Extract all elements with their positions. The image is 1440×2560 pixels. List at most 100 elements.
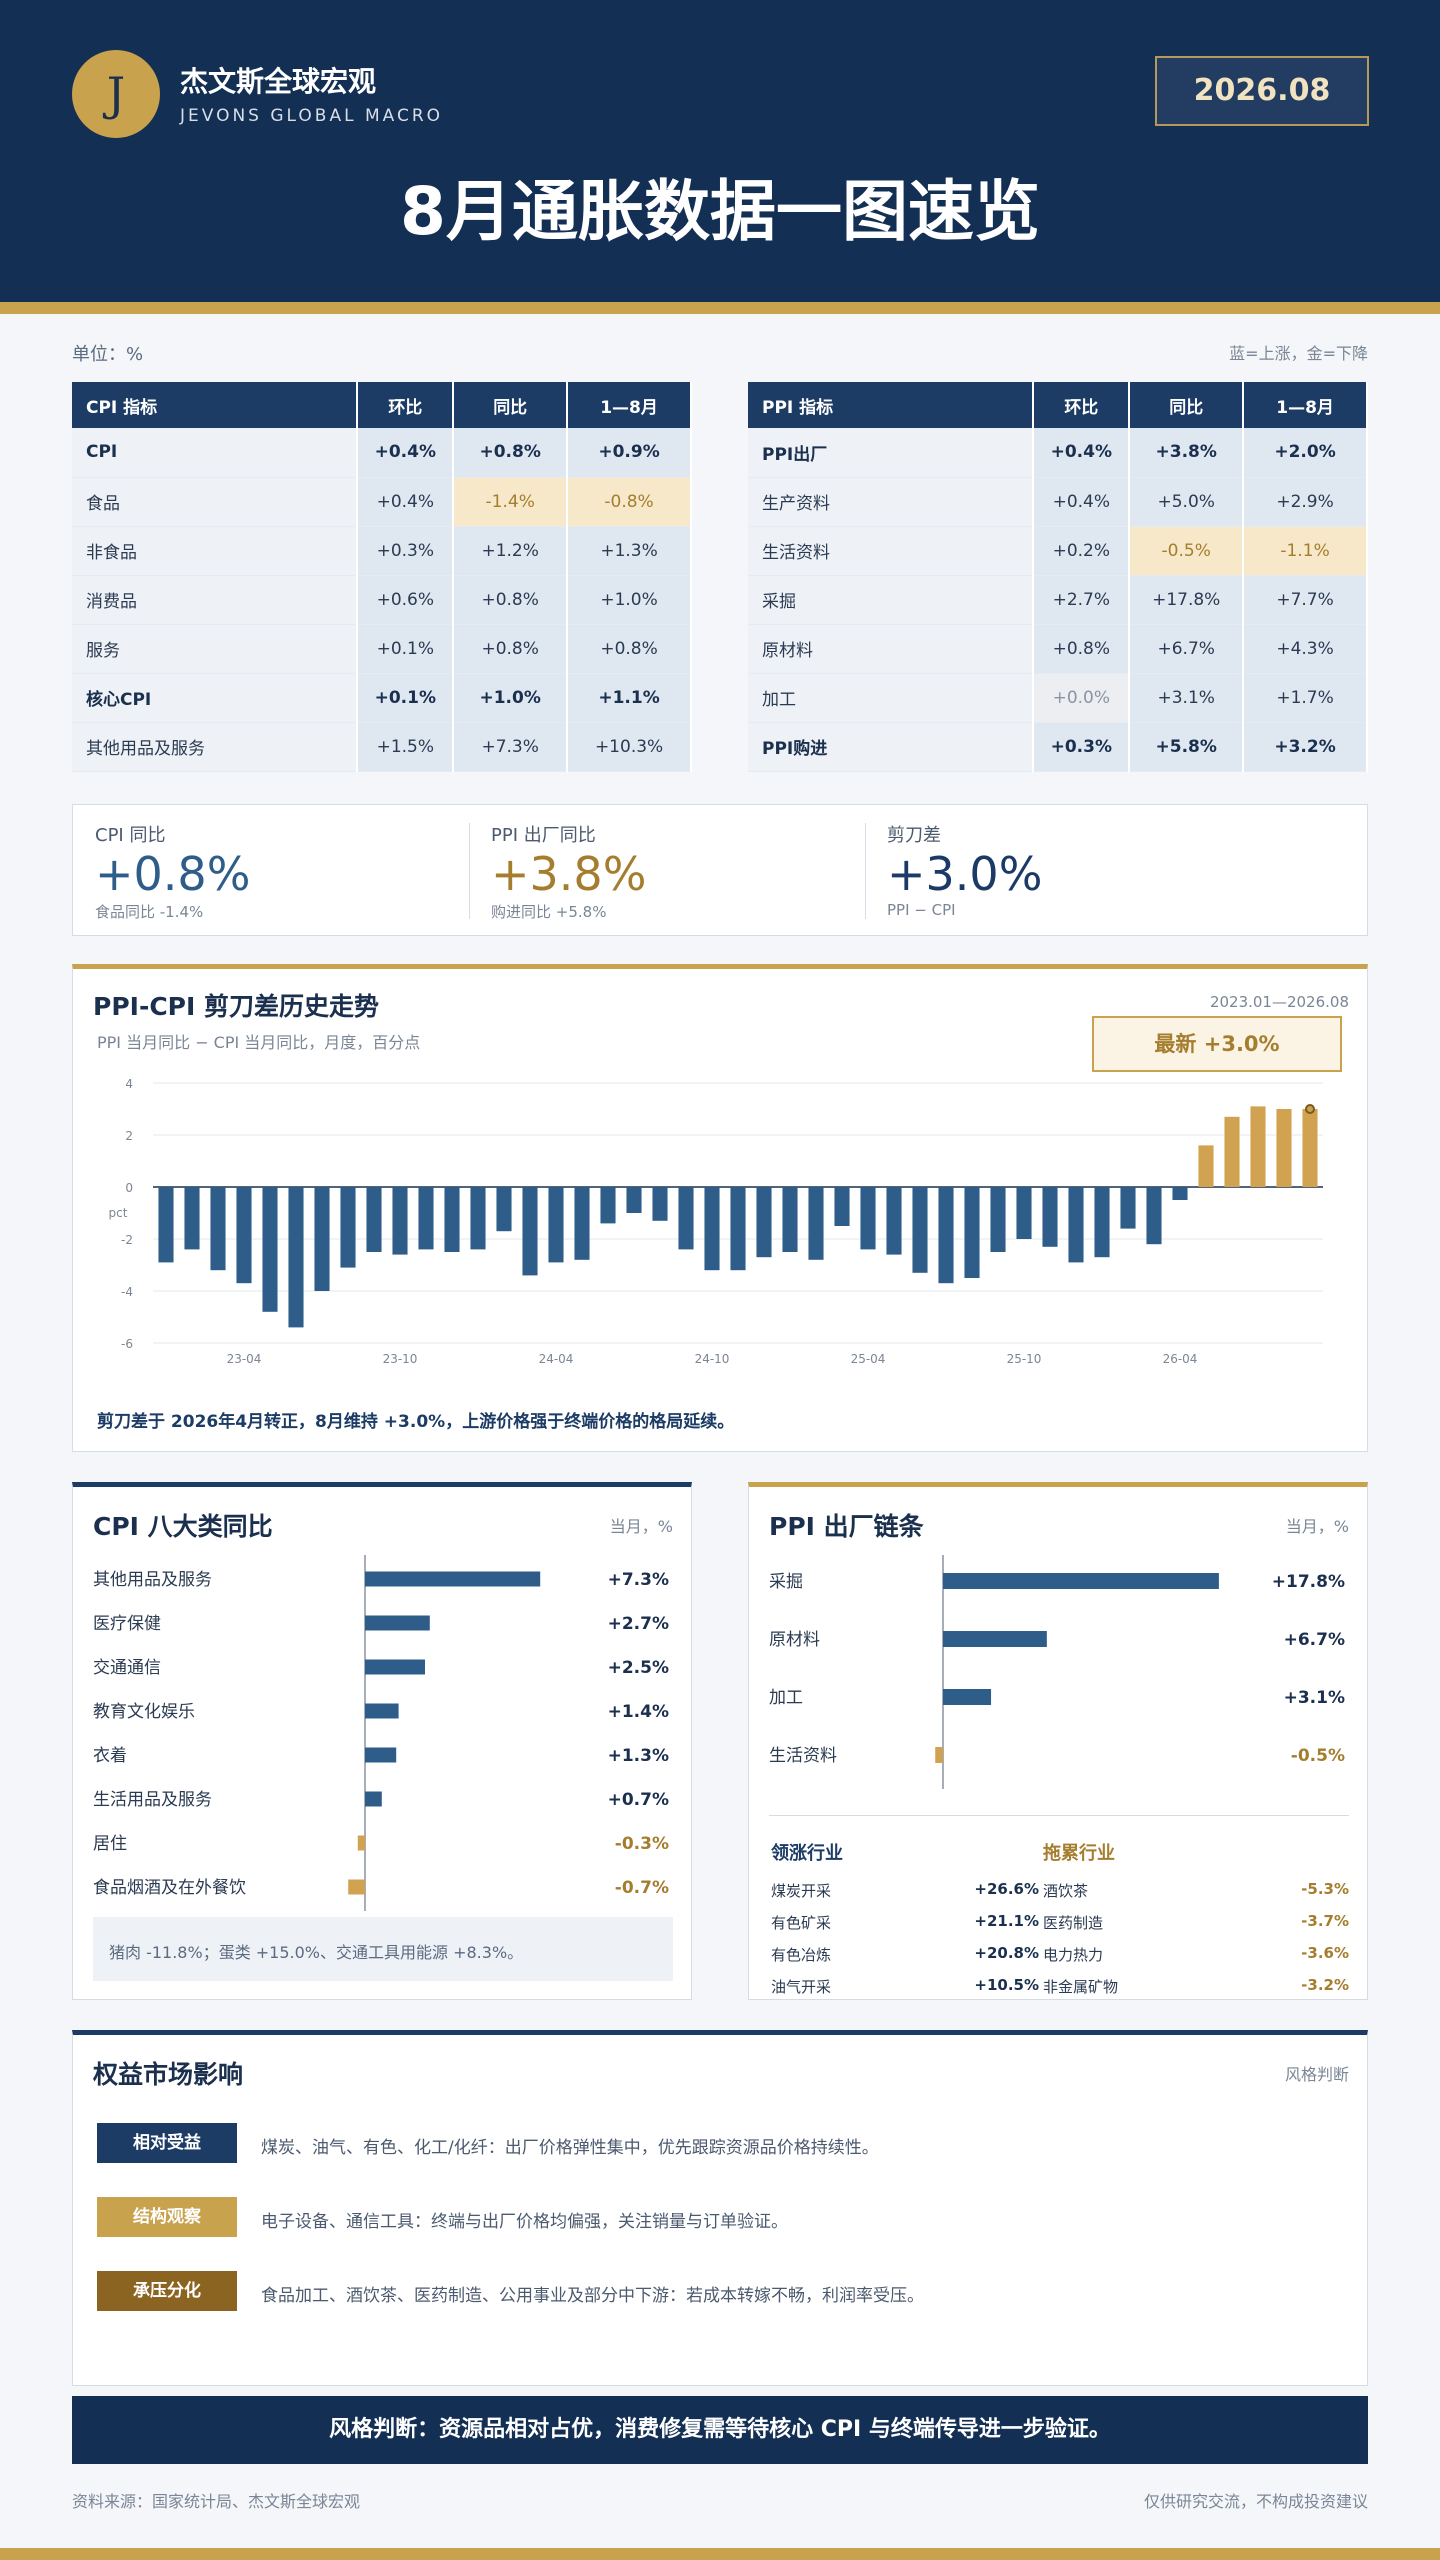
kpi-scissors: 剪刀差 +3.0% PPI − CPI: [887, 821, 1042, 919]
cpi-cell-ytd: +1.0%: [567, 575, 692, 625]
scissors-bar: [574, 1187, 590, 1260]
leading-industry-value: +10.5%: [974, 1976, 1039, 1994]
cpi-cell-yoy: -1.4%: [453, 477, 569, 527]
ppi-chain-card: PPI 出厂链条 当月，% 采掘 +17.8% 原材料 +6.7% 加工 +3.1% 生活资…: [748, 1482, 1368, 2000]
cpi-cell-yoy: +1.2%: [453, 526, 569, 576]
color-legend-note: 蓝=上涨，金=下降: [1229, 344, 1368, 363]
leading-industry-name: 煤炭开采: [771, 1882, 832, 1900]
table-row: 加工 +0.0% +3.1% +1.7%: [748, 673, 1368, 723]
scissors-bar: [444, 1187, 460, 1252]
kpi-cpi-value: +0.8%: [95, 847, 251, 901]
y-tick-label: 2: [125, 1129, 133, 1143]
cpi-cell-name: 非食品: [72, 526, 359, 576]
cpi-cell-mom: +0.4%: [357, 477, 455, 527]
brand-logo: J: [72, 50, 160, 138]
category-bar: [935, 1747, 943, 1763]
brand-name-cn: 杰文斯全球宏观: [180, 65, 377, 98]
cpi-cell-ytd: +0.8%: [567, 624, 692, 674]
ppi-cell-yoy: -0.5%: [1129, 526, 1245, 576]
cpi-cell-mom: +0.4%: [357, 428, 455, 478]
category-bar: [365, 1571, 541, 1587]
category-label: 衣着: [93, 1746, 127, 1766]
scissors-bar: [808, 1187, 824, 1260]
category-value: +2.7%: [608, 1614, 669, 1634]
scissors-bar: [1172, 1187, 1188, 1200]
ppi-cell-name: 采掘: [748, 575, 1035, 625]
kpi-cpi: CPI 同比 +0.8% 食品同比 -1.4%: [95, 821, 250, 922]
category-value: +3.1%: [1284, 1688, 1345, 1708]
lagging-industry-value: -3.2%: [1301, 1976, 1349, 1994]
category-bar: [365, 1615, 430, 1631]
kpi-ppi: PPI 出厂同比 +3.8% 购进同比 +5.8%: [491, 821, 646, 922]
ppi-cell-ytd: +4.3%: [1243, 624, 1368, 674]
x-tick-label: 24-04: [539, 1352, 574, 1366]
category-label: 居住: [93, 1834, 127, 1854]
scissors-bar: [626, 1187, 642, 1213]
ppi-cell-mom: +0.0%: [1033, 673, 1131, 723]
category-value: +2.5%: [608, 1658, 669, 1678]
ppi-cell-name: 生产资料: [748, 477, 1035, 527]
ppi-cell-mom: +0.8%: [1033, 624, 1131, 674]
cpi-table: CPI 指标 环比 同比 1—8月 CPI +0.4% +0.8% +0.9% 食品 +0…: [72, 382, 692, 772]
ppi-col-ytd: 1—8月: [1243, 382, 1368, 428]
category-bar: [365, 1659, 425, 1675]
table-row: PPI购进 +0.3% +5.8% +3.2%: [748, 722, 1368, 772]
ppi-cell-yoy: +5.8%: [1129, 722, 1245, 772]
table-row: 食品 +0.4% -1.4% -0.8%: [72, 477, 692, 527]
latest-point-marker: [1305, 1104, 1315, 1114]
scissors-bar: [678, 1187, 694, 1250]
cpi-categories-chart: 其他用品及服务 +7.3% 医疗保健 +2.7% 交通通信 +2.5% 教育文化娱乐 +1.4…: [93, 1555, 669, 1911]
scissors-bar: [990, 1187, 1006, 1252]
ppi-cell-yoy: +3.8%: [1129, 428, 1245, 478]
ppi-cell-name: 生活资料: [748, 526, 1035, 576]
y-tick-label: 4: [125, 1077, 133, 1091]
cpi-cell-ytd: +1.1%: [567, 673, 692, 723]
category-label: 采掘: [769, 1572, 803, 1592]
scissors-bar: [964, 1187, 980, 1278]
cpi-col-ytd: 1—8月: [567, 382, 692, 428]
kpi-ppi-label: PPI 出厂同比: [491, 825, 596, 846]
header: [0, 0, 1440, 302]
lagging-industry-value: -3.6%: [1301, 1944, 1349, 1962]
scissors-bar: [1276, 1109, 1292, 1187]
scissors-bar: [1302, 1109, 1318, 1187]
cpi-cell-yoy: +0.8%: [453, 428, 569, 478]
scissors-bar: [1042, 1187, 1058, 1247]
scissors-bar: [392, 1187, 408, 1255]
cpi-cell-mom: +0.1%: [357, 673, 455, 723]
ppi-panel-divider: [769, 1815, 1349, 1816]
leading-industry-value: +20.8%: [974, 1944, 1039, 1962]
cpi-cell-ytd: +0.9%: [567, 428, 692, 478]
category-bar: [943, 1573, 1219, 1589]
category-bar: [943, 1689, 992, 1705]
scissors-bar: [1146, 1187, 1162, 1245]
scissors-note: 剪刀差于 2026年4月转正，8月维持 +3.0%，上游价格强于终端价格的格局延…: [97, 1412, 735, 1432]
ppi-cell-mom: +0.2%: [1033, 526, 1131, 576]
cpi-cell-name: 核心CPI: [72, 673, 359, 723]
category-bar: [365, 1747, 397, 1763]
cpi-col-yoy: 同比: [453, 382, 569, 428]
y-tick-label: -2: [121, 1233, 133, 1247]
cpi-cell-ytd: -0.8%: [567, 477, 692, 527]
ppi-cell-yoy: +6.7%: [1129, 624, 1245, 674]
leading-industries-title: 领涨行业: [771, 1843, 843, 1864]
cpi-cell-mom: +0.6%: [357, 575, 455, 625]
x-tick-label: 25-10: [1007, 1352, 1042, 1366]
scissors-bar: [184, 1187, 200, 1250]
lagging-industry-name: 酒饮茶: [1043, 1882, 1089, 1900]
table-row: 服务 +0.1% +0.8% +0.8%: [72, 624, 692, 674]
x-tick-label: 24-10: [695, 1352, 730, 1366]
scissors-bar: [470, 1187, 486, 1250]
cpi-col-indicator: CPI 指标: [72, 382, 359, 428]
scissors-bar: [912, 1187, 928, 1273]
leading-industry-name: 油气开采: [771, 1978, 832, 1996]
category-bar: [365, 1791, 382, 1807]
table-row: 消费品 +0.6% +0.8% +1.0%: [72, 575, 692, 625]
scissors-bar: [236, 1187, 252, 1284]
category-bar: [943, 1631, 1047, 1647]
category-value: +7.3%: [608, 1570, 669, 1590]
scissors-bar: [938, 1187, 954, 1284]
impact-tag-watch: 结构观察: [97, 2197, 237, 2237]
cpi-cell-ytd: +1.3%: [567, 526, 692, 576]
cpi-cell-yoy: +1.0%: [453, 673, 569, 723]
